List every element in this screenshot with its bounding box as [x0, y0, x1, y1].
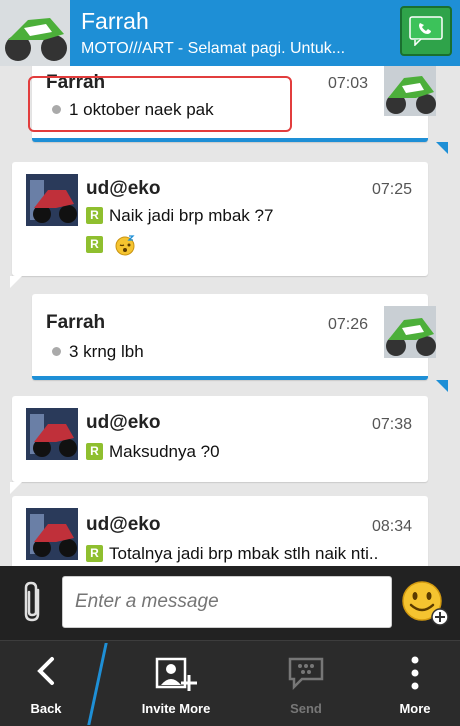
sender-thumbnail [26, 408, 78, 460]
message-text: R Maksudnya ?0 [86, 442, 220, 462]
message-body: Maksudnya ?0 [109, 442, 220, 461]
read-badge-icon: R [86, 235, 103, 253]
bbm-send-icon [288, 657, 324, 691]
bubble-tail [436, 142, 448, 154]
chevron-left-icon [37, 657, 54, 685]
sender-thumbnail [26, 508, 78, 560]
conversation-area[interactable]: Farrah 07:03 1 oktober naek pak ud@eko 0… [0, 66, 460, 566]
overflow-menu-icon [411, 656, 419, 690]
contact-status: MOTO///ART - Selamat pagi. Untuk... [81, 40, 346, 57]
message-time: 07:38 [372, 416, 413, 433]
smiley-add-icon [402, 581, 449, 626]
read-badge-icon: R [86, 443, 103, 461]
sender-thumbnail [384, 66, 436, 116]
voice-call-button[interactable] [400, 6, 452, 56]
message-text: R Naik jadi brp mbak ?7 [86, 206, 273, 226]
message-body: 3 krng lbh [69, 342, 144, 361]
message-sender: ud@eko [86, 178, 161, 199]
attach-button[interactable] [18, 580, 50, 624]
back-label: Back [30, 701, 62, 716]
highlight-box [28, 76, 292, 132]
invite-more-button[interactable]: Invite More [120, 641, 232, 726]
bubble-tail [10, 276, 22, 288]
motorbike-photo-icon [26, 174, 78, 226]
chat-header: Farrah MOTO///ART - Selamat pagi. Untuk.… [0, 0, 460, 66]
message-input[interactable] [62, 576, 392, 628]
message-text-line2: R [86, 234, 136, 256]
bubble-tail [436, 380, 448, 392]
sender-thumbnail [384, 306, 436, 358]
emoticon-button[interactable] [400, 580, 450, 626]
sleepy-emoji-icon [115, 235, 135, 256]
message-outgoing[interactable]: Farrah 07:26 3 krng lbh [32, 294, 436, 380]
sender-thumbnail [26, 174, 78, 226]
bubble-tail [10, 482, 22, 494]
more-button[interactable]: More [370, 641, 460, 726]
contact-name: Farrah [81, 8, 149, 34]
message-incoming[interactable]: ud@eko 07:25 R Naik jadi brp mbak ?7 R [12, 162, 428, 276]
send-label: Send [290, 701, 322, 716]
message-time: 07:25 [372, 181, 413, 198]
motorbike-photo-icon [384, 306, 436, 358]
message-body: Naik jadi brp mbak ?7 [109, 206, 274, 225]
motorbike-photo-icon [0, 0, 70, 66]
message-sender: ud@eko [86, 514, 161, 535]
motorbike-photo-icon [26, 508, 78, 560]
motorbike-photo-icon [26, 408, 78, 460]
send-button[interactable]: Send [252, 641, 360, 726]
message-time: 07:03 [328, 75, 369, 92]
read-badge-icon: R [86, 545, 103, 563]
message-time: 08:34 [372, 518, 413, 535]
message-incoming[interactable]: ud@eko 07:38 R Maksudnya ?0 [12, 396, 428, 482]
message-text: R Totalnya jadi brp mbak stlh naik nti.. [86, 544, 378, 564]
action-bar: Back Invite More Send More [0, 640, 460, 726]
message-composer [0, 566, 460, 640]
back-button[interactable]: Back [0, 641, 92, 726]
motorbike-photo-icon [384, 66, 436, 116]
invite-more-label: Invite More [141, 701, 211, 716]
message-time: 07:26 [328, 316, 369, 333]
message-body: Totalnya jadi brp mbak stlh naik nti.. [109, 544, 379, 563]
message-sender: Farrah [46, 312, 106, 333]
paperclip-icon [24, 581, 40, 622]
more-label: More [399, 701, 431, 716]
message-incoming[interactable]: ud@eko 08:34 R Totalnya jadi brp mbak stl… [12, 496, 428, 566]
read-badge-icon: R [86, 207, 103, 225]
delivered-dot-icon [52, 347, 61, 357]
message-text: 3 krng lbh [52, 342, 144, 362]
contact-avatar[interactable] [0, 0, 70, 66]
message-sender: ud@eko [86, 412, 161, 433]
phone-chat-icon [409, 16, 443, 46]
invite-contact-icon [155, 657, 197, 691]
